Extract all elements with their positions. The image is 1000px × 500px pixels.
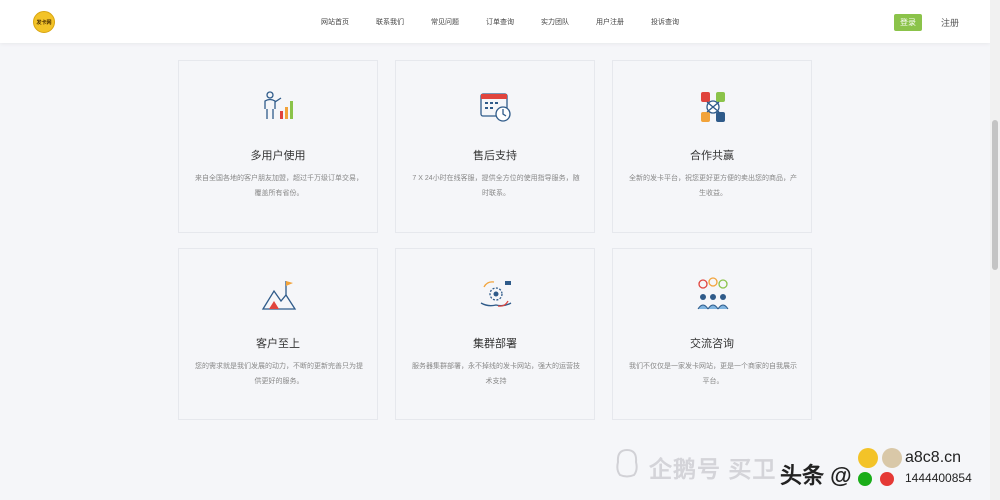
nav-register[interactable]: 用户注册 (596, 17, 624, 27)
nav-faq[interactable]: 常见问题 (431, 17, 459, 27)
gear-hands-icon (480, 281, 512, 307)
nav-contact[interactable]: 联系我们 (376, 17, 404, 27)
feature-card-cooperation: 合作共赢 全新的发卡平台，祝您更好更方便的卖出您的商品，产生收益。 (612, 60, 812, 233)
people-chat-icon (697, 277, 729, 310)
feature-desc: 全新的发卡平台，祝您更好更方便的卖出您的商品，产生收益。 (629, 175, 797, 197)
login-button[interactable]: 登录 (894, 14, 922, 31)
top-header: 发卡网 网站首页 联系我们 常见问题 订单查询 实力团队 用户注册 投诉查询 登… (0, 0, 990, 43)
handshake-icon (701, 92, 725, 122)
feature-card-support: 售后支持 7 X 24小时在线客服，提供全方位的使用指导服务，随时联系。 (395, 60, 595, 233)
nav-home[interactable]: 网站首页 (321, 17, 349, 27)
avatar (882, 448, 902, 468)
toutiao-watermark: 头条 @ (780, 463, 852, 488)
feature-card-multi-user: 多用户使用 来自全国各地的客户朋友加盟，超过千万级订单交易，覆盖所有省份。 (178, 60, 378, 233)
site-logo[interactable]: 发卡网 (33, 11, 55, 33)
nav-order-query[interactable]: 订单查询 (486, 17, 514, 27)
nav-complaint[interactable]: 投诉查询 (651, 17, 679, 27)
feature-title: 售后支持 (473, 150, 517, 162)
feature-title: 交流咨询 (690, 338, 734, 350)
calendar-clock-icon (480, 93, 511, 122)
feature-title: 合作共赢 (690, 150, 734, 162)
main-nav: 网站首页 联系我们 常见问题 订单查询 实力团队 用户注册 投诉查询 (321, 17, 706, 27)
watermark-text: 企鹅号 买卫 (649, 456, 777, 482)
feature-title: 集群部署 (473, 338, 517, 350)
feature-desc: 7 X 24小时在线客服，提供全方位的使用指导服务，随时联系。 (412, 175, 580, 197)
feature-title: 多用户使用 (250, 150, 306, 162)
feature-desc: 您的需求就是我们发展的动力，不断的更新完善只为提供更好的服务。 (195, 363, 363, 385)
watermark-site: a8c8.cn (905, 449, 962, 466)
feature-card-customer-first: 客户至上 您的需求就是我们发展的动力，不断的更新完善只为提供更好的服务。 (178, 248, 378, 420)
feature-title: 客户至上 (256, 338, 300, 350)
penguin-icon (616, 448, 638, 478)
register-link[interactable]: 注册 (941, 16, 959, 29)
watermark-id: 1444400854 (905, 471, 972, 485)
mountain-flag-icon (261, 281, 297, 310)
scrollbar-thumb[interactable] (992, 120, 998, 270)
wechat-icon (858, 472, 872, 486)
nav-team[interactable]: 实力团队 (541, 17, 569, 27)
watermark-logo (858, 448, 878, 468)
feature-card-cluster: 集群部署 服务器集群部署，永不掉线的发卡网站，强大的运营技术支持 (395, 248, 595, 420)
qq-icon (880, 472, 894, 486)
feature-card-consulting: 交流咨询 我们不仅仅是一家发卡网站，更是一个商家的自我展示平台。 (612, 248, 812, 420)
feature-desc: 服务器集群部署，永不掉线的发卡网站，强大的运营技术支持 (412, 363, 580, 385)
presentation-chart-icon (264, 91, 293, 119)
feature-desc: 来自全国各地的客户朋友加盟，超过千万级订单交易，覆盖所有省份。 (195, 175, 363, 197)
feature-desc: 我们不仅仅是一家发卡网站，更是一个商家的自我展示平台。 (629, 363, 797, 385)
